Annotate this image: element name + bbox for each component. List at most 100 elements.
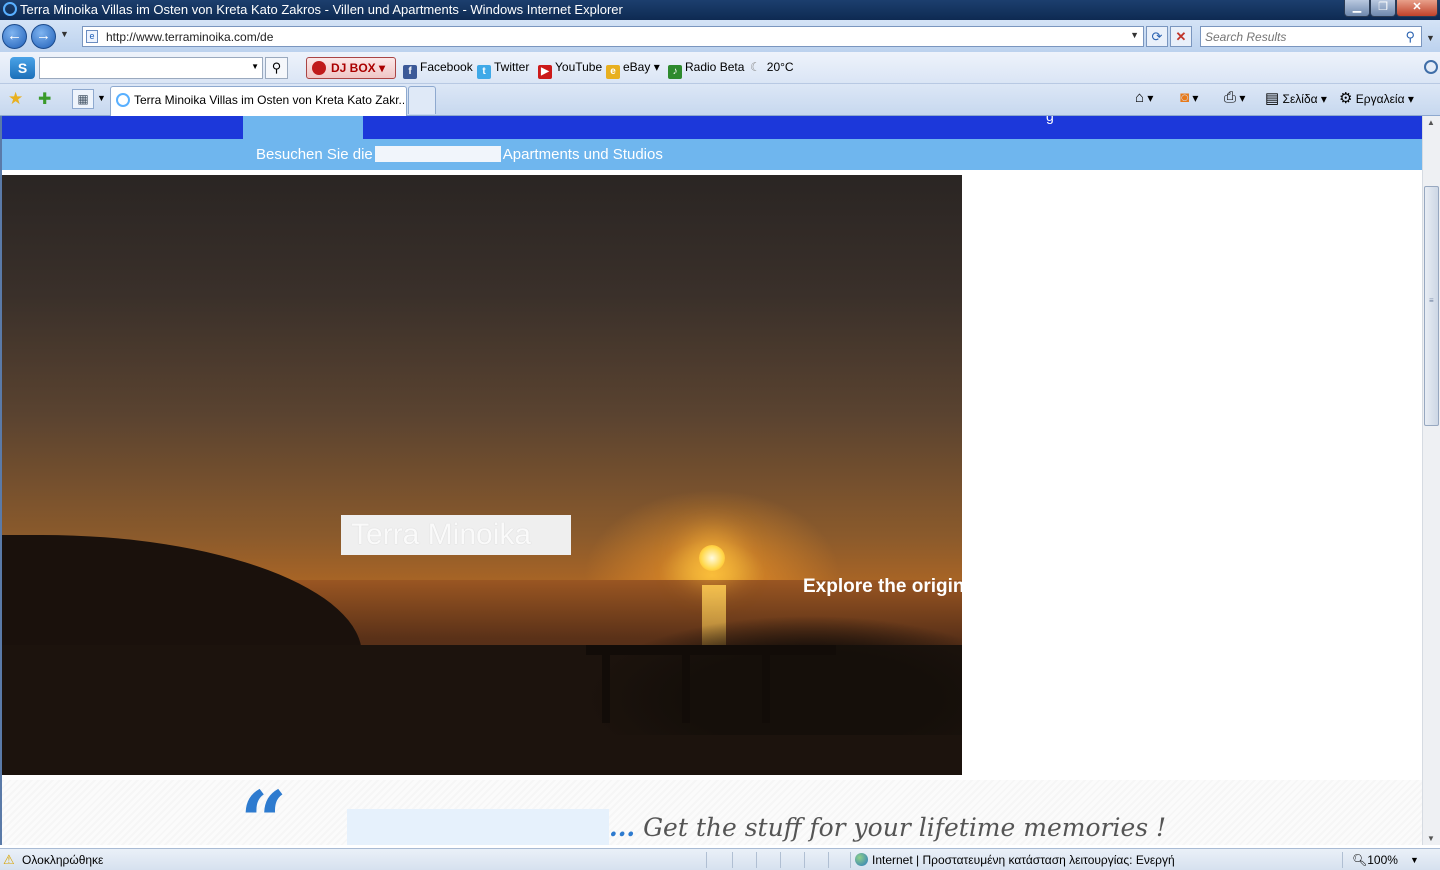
forward-button[interactable]: → (31, 24, 56, 49)
weather-widget[interactable]: ☾ 20°C (750, 60, 794, 74)
page-icon: e (86, 30, 98, 43)
radio-icon: ♪ (668, 65, 682, 79)
stop-button[interactable]: ✕ (1170, 26, 1192, 47)
skype-icon[interactable]: S (10, 57, 35, 79)
quick-tabs-button[interactable]: ▦ (72, 89, 94, 109)
djbox-icon (312, 61, 326, 75)
subnav-highlight (374, 146, 501, 162)
hero-sunset-image (2, 175, 962, 775)
globe-icon (855, 853, 868, 866)
warning-icon: ⚠ (3, 852, 15, 867)
status-separator (828, 852, 829, 868)
maximize-button[interactable]: ❐ (1370, 0, 1396, 17)
status-separator (804, 852, 805, 868)
back-button[interactable]: ← (2, 24, 27, 49)
pergola-post (682, 653, 690, 723)
zoom-label: 100% (1367, 853, 1398, 867)
address-bar[interactable]: e http://www.terraminoika.com/de ▼ (82, 26, 1144, 47)
address-row: ← → ▼ e http://www.terraminoika.com/de ▼… (0, 20, 1440, 52)
page-menu[interactable]: ▤ Σελίδα ▾ (1265, 89, 1327, 107)
weather-moon-icon: ☾ (750, 60, 761, 74)
tools-menu[interactable]: ⚙ Εργαλεία ▾ (1339, 89, 1414, 107)
add-favorites-icon[interactable]: ✚ (38, 89, 51, 109)
refresh-button[interactable]: ⟳ (1146, 26, 1168, 47)
ebay-label: eBay (623, 60, 651, 74)
scroll-up-icon[interactable]: ▲ (1427, 118, 1435, 127)
rss-icon: ◙ (1180, 89, 1190, 106)
radio-beta-label: Radio Beta (685, 60, 745, 74)
subnav-text-after: Apartments und Studios (502, 146, 663, 163)
quote-mark-icon: “ (240, 774, 288, 845)
security-zone[interactable]: Internet | Προστατευμένη κατάσταση λειτο… (855, 853, 1175, 867)
home-icon: ⌂ (1135, 89, 1145, 106)
site-nav-partial-label[interactable]: g (1046, 116, 1054, 124)
search-icon[interactable]: ⚲ (1405, 29, 1415, 45)
pergola-post (762, 653, 770, 723)
youtube-label: YouTube (555, 60, 603, 74)
print-icon: ⎙ (1224, 89, 1237, 106)
tab-list-dropdown-icon[interactable]: ▼ (97, 93, 106, 103)
scroll-grip-icon: ≡ (1429, 296, 1434, 305)
address-dropdown-icon[interactable]: ▼ (1130, 30, 1139, 40)
djbox-label: DJ BOX (331, 61, 376, 75)
hero-tagline: Explore the origin (803, 576, 962, 597)
page-menu-label: Σελίδα (1282, 92, 1318, 106)
new-tab-button[interactable] (408, 86, 436, 114)
close-window-button[interactable]: ✕ (1396, 0, 1438, 17)
favorites-star-icon[interactable]: ★ (8, 89, 23, 109)
status-separator (706, 852, 707, 868)
toolbar-options-icon[interactable] (1424, 60, 1438, 74)
status-bar: ⚠ Ολοκληρώθηκε Internet | Προστατευμένη … (0, 848, 1440, 870)
scrollbar-thumb[interactable]: ≡ (1424, 186, 1439, 426)
vertical-scrollbar[interactable]: ▲ ≡ ▼ (1422, 116, 1440, 845)
window-title: Terra Minoika Villas im Osten von Kreta … (20, 2, 623, 17)
print-button[interactable]: ⎙ ▾ (1224, 89, 1245, 106)
zoom-level[interactable]: 🔍︎100% (1352, 853, 1398, 867)
minimize-button[interactable]: ▁ (1344, 0, 1370, 17)
tab-title: Terra Minoika Villas im Osten von Kreta … (134, 93, 404, 107)
chevron-down-icon[interactable]: ▼ (251, 62, 259, 71)
subnav-bar: Besuchen Sie die Apartments und Studios (2, 139, 1422, 170)
subnav-text: Besuchen Sie die Apartments und Studios (256, 146, 663, 163)
djbox-button[interactable]: DJ BOX ▾ (306, 57, 396, 79)
page-viewport: g Besuchen Sie die Apartments und Studios… (0, 116, 1422, 845)
pergola-post (602, 653, 610, 723)
quote-dots: ... (609, 813, 636, 842)
facebook-icon: f (403, 65, 417, 79)
links-toolbar: S ▼ ⚲ DJ BOX ▾ f Facebook t Twitter ▶ YouTu… (0, 52, 1440, 84)
zoom-dropdown-icon[interactable]: ▼ (1410, 855, 1419, 865)
feeds-button[interactable]: ◙ ▾ (1180, 89, 1198, 106)
twitter-link[interactable]: t Twitter (477, 60, 529, 79)
quote-text: ... Get the stuff for your lifetime memo… (609, 813, 1166, 842)
youtube-icon: ▶ (538, 65, 552, 79)
tools-menu-label: Εργαλεία (1355, 92, 1405, 106)
status-separator (850, 852, 851, 868)
facebook-label: Facebook (420, 60, 473, 74)
search-box[interactable]: ⚲ (1200, 26, 1422, 47)
status-separator (1342, 852, 1343, 868)
status-separator (780, 852, 781, 868)
facebook-link[interactable]: f Facebook (403, 60, 473, 79)
subnav-text-before: Besuchen Sie die (256, 146, 373, 163)
url-text[interactable]: http://www.terraminoika.com/de (106, 30, 273, 44)
twitter-icon: t (477, 65, 491, 79)
home-button[interactable]: ⌂ ▾ (1135, 89, 1153, 106)
twitter-label: Twitter (494, 60, 530, 74)
radio-beta-link[interactable]: ♪ Radio Beta (668, 60, 744, 79)
youtube-link[interactable]: ▶ YouTube (538, 60, 602, 79)
site-nav-active-item[interactable] (243, 116, 363, 140)
search-input[interactable] (1205, 29, 1395, 44)
scroll-down-icon[interactable]: ▼ (1427, 834, 1435, 843)
security-zone-label: Internet | Προστατευμένη κατάσταση λειτο… (872, 853, 1175, 867)
toolbar-search-input[interactable]: ▼ (39, 57, 263, 79)
ebay-link[interactable]: e eBay ▾ (606, 60, 660, 79)
search-options-dropdown-icon[interactable]: ▼ (1426, 33, 1435, 43)
tab-active[interactable]: Terra Minoika Villas im Osten von Kreta … (110, 86, 407, 116)
quote-highlight (347, 809, 609, 845)
status-separator (756, 852, 757, 868)
toolbar-search-button[interactable]: ⚲ (265, 57, 288, 79)
status-separator (732, 852, 733, 868)
recent-pages-dropdown-icon[interactable]: ▼ (60, 29, 69, 39)
sun (699, 545, 725, 571)
weather-label: 20°C (766, 60, 794, 74)
